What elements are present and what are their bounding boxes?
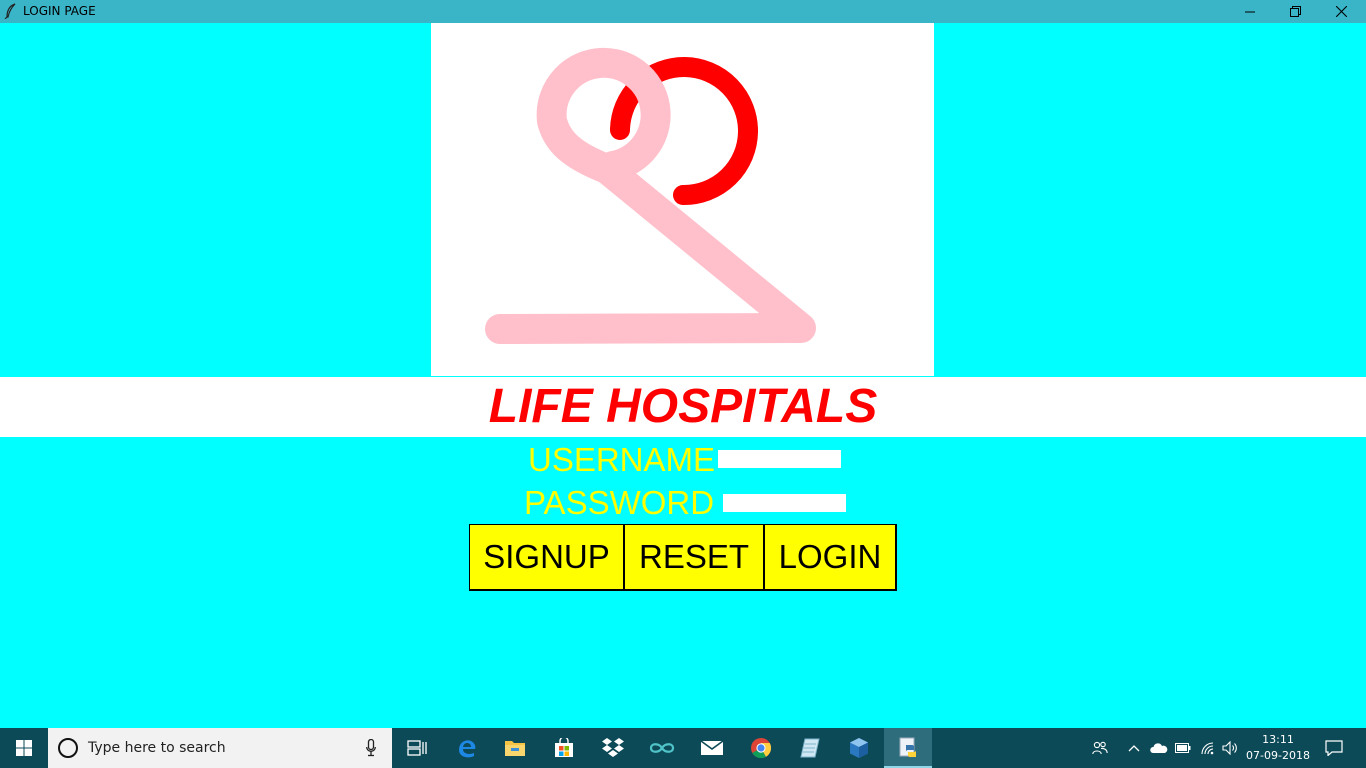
username-input[interactable]: [718, 450, 841, 468]
onedrive-button[interactable]: [1148, 728, 1170, 768]
heart-ribbon-logo-icon: [485, 47, 816, 344]
taskbar-dropbox[interactable]: [589, 728, 637, 768]
wifi-icon: [1201, 742, 1214, 755]
signup-button[interactable]: SIGNUP: [469, 524, 625, 591]
volume-button[interactable]: [1220, 728, 1242, 768]
task-view-button[interactable]: [393, 728, 441, 768]
taskbar-virtualbox[interactable]: [835, 728, 883, 768]
microphone-icon[interactable]: [366, 739, 376, 757]
taskbar-notepad[interactable]: [786, 728, 834, 768]
people-icon: [1092, 741, 1108, 755]
reset-button[interactable]: RESET: [624, 524, 765, 591]
network-button[interactable]: [1197, 728, 1219, 768]
clock-time: 13:11: [1262, 733, 1294, 746]
edge-icon: [459, 740, 476, 758]
username-label: USERNAME: [528, 441, 716, 478]
close-icon: [1335, 6, 1347, 17]
password-label: PASSWORD: [524, 484, 715, 521]
file-explorer-icon: [505, 741, 525, 756]
python-icon: [899, 737, 916, 757]
taskbar-arduino[interactable]: [638, 728, 686, 768]
password-input[interactable]: [723, 494, 846, 512]
taskbar-chrome[interactable]: [737, 728, 785, 768]
volume-icon: [1222, 741, 1237, 755]
clock-date: 07-09-2018: [1246, 749, 1310, 762]
taskbar-search-box[interactable]: Type here to search: [48, 728, 392, 768]
task-view-icon: [407, 740, 427, 756]
taskbar: Type here to search 13:11 07-09-2018: [0, 728, 1366, 768]
hospital-logo: [431, 23, 934, 376]
taskbar-mail[interactable]: [688, 728, 736, 768]
restore-icon: [1289, 6, 1301, 17]
search-placeholder: Type here to search: [88, 740, 226, 756]
virtualbox-icon: [850, 738, 868, 758]
arduino-icon: [649, 743, 675, 753]
battery-icon: [1175, 743, 1191, 753]
chevron-up-icon: [1128, 745, 1140, 752]
hospital-name: LIFE HOSPITALS: [488, 380, 878, 433]
start-button[interactable]: [0, 728, 48, 768]
taskbar-python[interactable]: [884, 728, 932, 768]
login-window: LIFE HOSPITALS USERNAME PASSWORD SIGNUP …: [0, 23, 1366, 728]
battery-button[interactable]: [1172, 728, 1194, 768]
login-button[interactable]: LOGIN: [764, 524, 897, 591]
minimize-icon: [1245, 11, 1255, 12]
taskbar-store[interactable]: [540, 728, 588, 768]
dropbox-icon: [602, 738, 624, 757]
taskbar-file-explorer[interactable]: [491, 728, 539, 768]
people-button[interactable]: [1088, 728, 1112, 768]
title-bar: LOGIN PAGE: [0, 0, 1366, 23]
window-title: LOGIN PAGE: [23, 4, 96, 18]
action-center-button[interactable]: [1318, 728, 1350, 768]
chrome-icon: [751, 738, 772, 759]
minimize-button[interactable]: [1227, 0, 1273, 23]
mail-icon: [700, 740, 724, 755]
taskbar-clock[interactable]: 13:11 07-09-2018: [1244, 732, 1312, 764]
feather-icon: [4, 3, 18, 20]
onedrive-icon: [1150, 743, 1168, 753]
notepad-icon: [800, 738, 820, 758]
taskbar-edge[interactable]: [443, 728, 491, 768]
hospital-name-banner: LIFE HOSPITALS: [0, 377, 1366, 437]
close-button[interactable]: [1318, 0, 1364, 23]
cortana-icon: [58, 738, 78, 758]
windows-logo-icon: [16, 740, 32, 756]
show-hidden-icons-button[interactable]: [1124, 728, 1144, 768]
restore-button[interactable]: [1272, 0, 1318, 23]
store-icon: [555, 738, 573, 757]
action-center-icon: [1325, 740, 1343, 756]
